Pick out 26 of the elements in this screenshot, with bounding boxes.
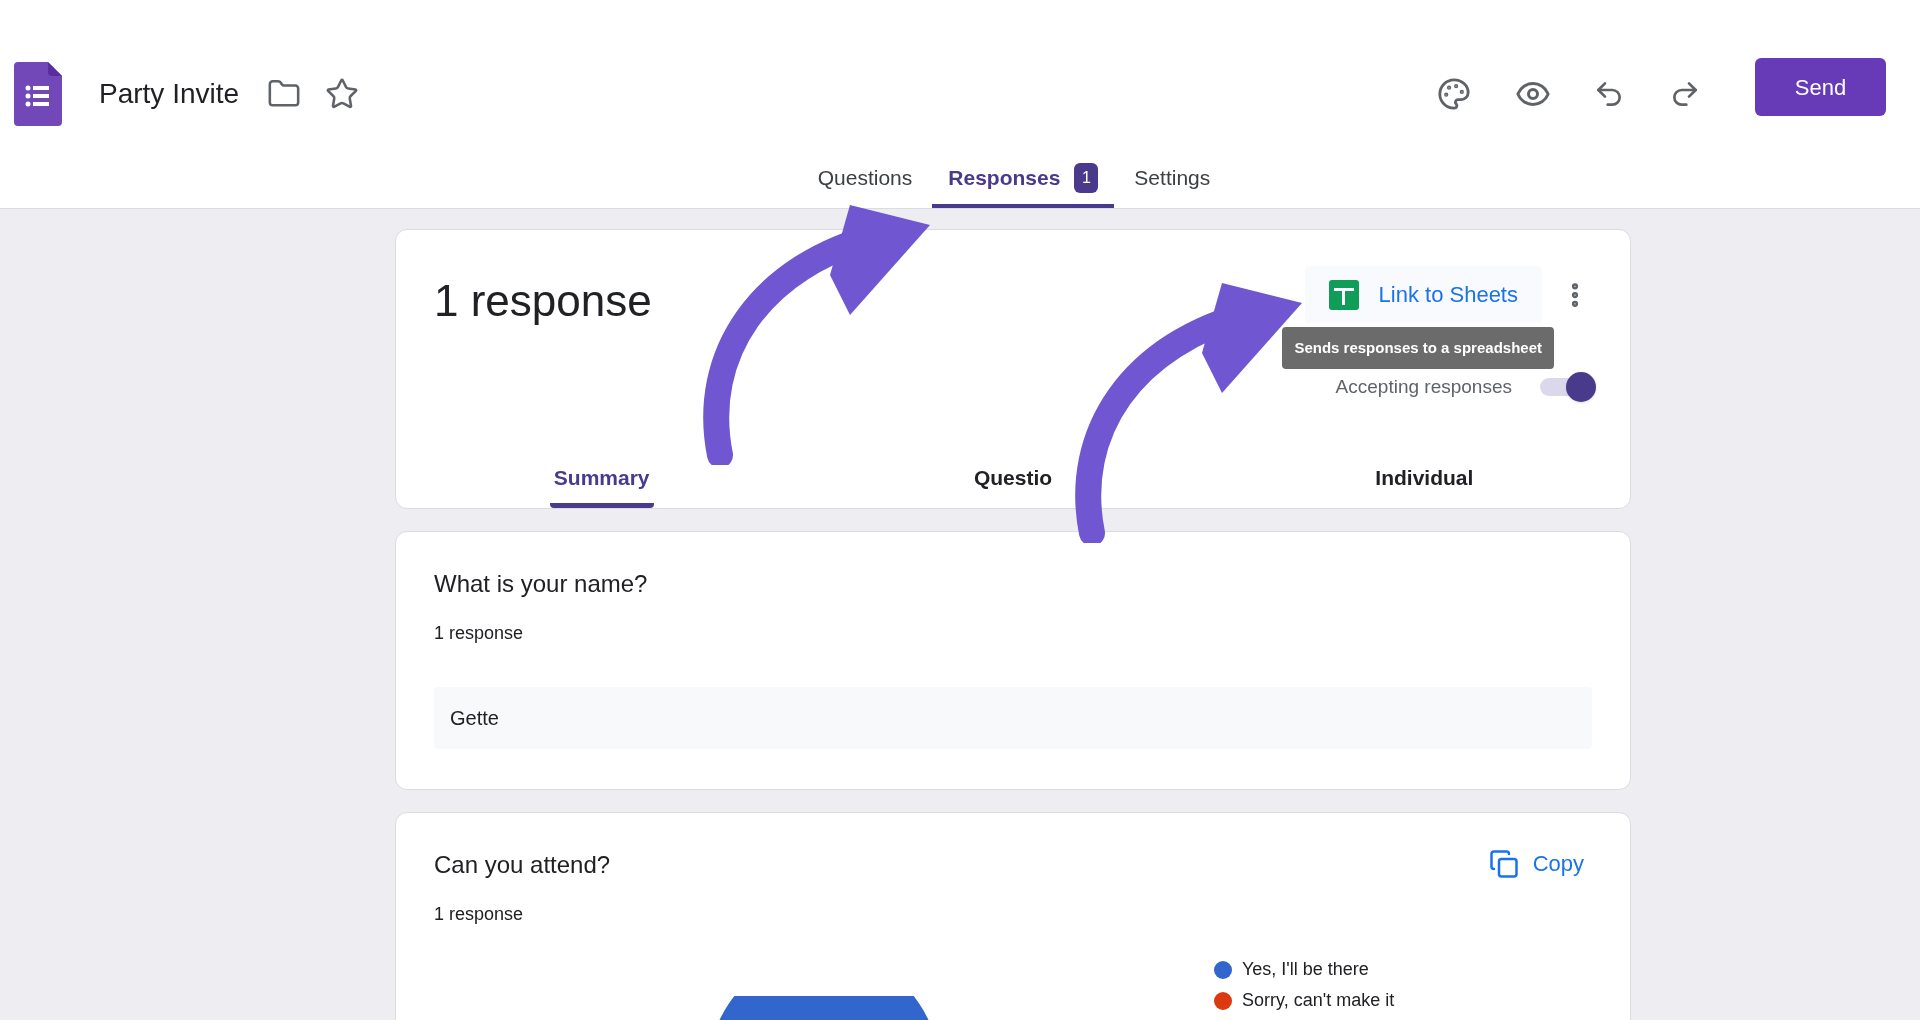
star-icon[interactable]: [325, 77, 360, 111]
count-badge: 1: [1074, 163, 1099, 193]
link-to-sheets-button[interactable]: Link to Sheets: [1304, 266, 1542, 323]
copy-button[interactable]: Copy: [1488, 847, 1592, 880]
answer-row: Gette: [434, 687, 1592, 749]
tab[interactable]: Settings: [1118, 152, 1227, 208]
tab[interactable]: Questions: [801, 152, 929, 208]
forms-logo-icon[interactable]: [14, 62, 62, 126]
accepting-label: Accepting responses: [1335, 374, 1512, 399]
send-button[interactable]: Send: [1755, 58, 1886, 116]
copy-icon: [1488, 848, 1519, 879]
question-title: What is your name?: [434, 569, 648, 599]
question-title: Can you attend?: [434, 850, 611, 880]
tooltip: Sends responses to a spreadsheet: [1282, 327, 1554, 369]
sheets-icon: [1328, 279, 1359, 310]
subtab[interactable]: Summary: [549, 452, 654, 508]
form-title[interactable]: Party Invite: [99, 73, 240, 115]
response-count: 1 response: [434, 622, 525, 645]
legend-label: Yes, I'll be there: [1242, 958, 1369, 981]
response-count: 1 response: [434, 903, 525, 926]
subtab[interactable]: Questio: [969, 452, 1057, 508]
subtab[interactable]: Individual: [1371, 452, 1478, 508]
palette-icon[interactable]: [1437, 77, 1471, 111]
legend-label: Sorry, can't make it: [1242, 989, 1395, 1012]
response-total: 1 response: [434, 275, 652, 327]
tab[interactable]: Responses 1: [932, 152, 1115, 208]
